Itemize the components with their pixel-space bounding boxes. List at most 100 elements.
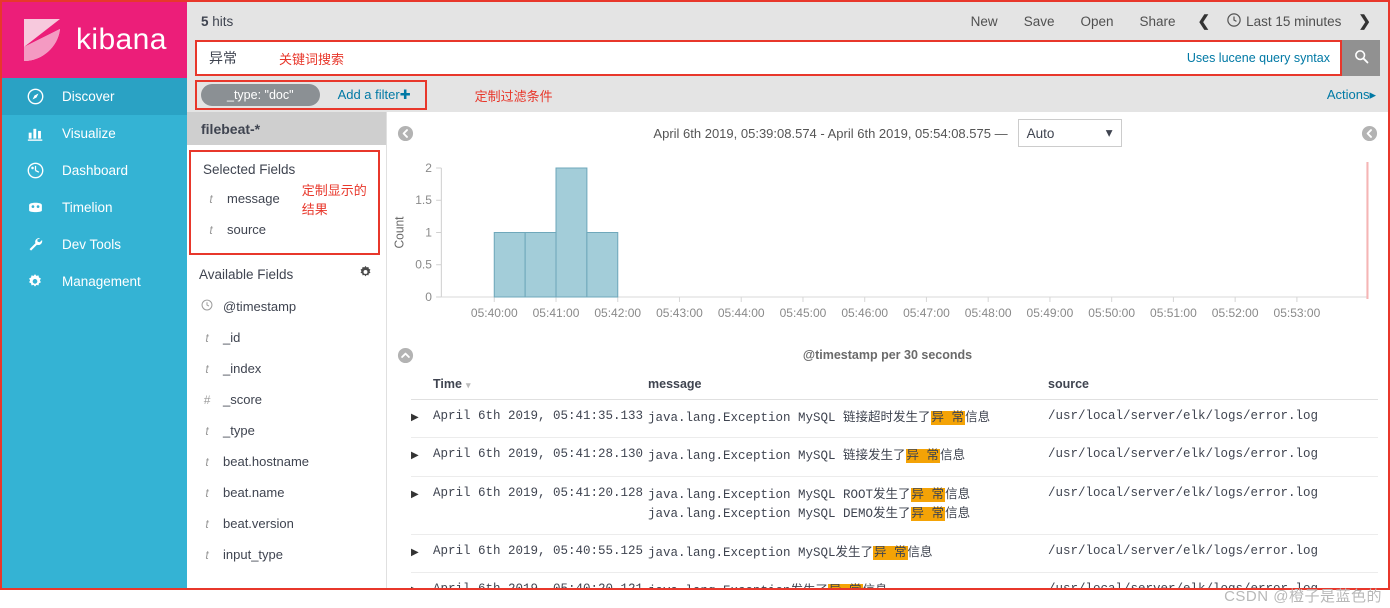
- actions-button[interactable]: Actions▸: [1327, 87, 1380, 103]
- sidebar-item-dashboard[interactable]: Dashboard: [2, 152, 187, 189]
- sidebar-item-dev-tools[interactable]: Dev Tools: [2, 226, 187, 263]
- cell-time: April 6th 2019, 05:40:20.121: [433, 572, 648, 588]
- share-button[interactable]: Share: [1127, 14, 1189, 29]
- field-item-input-type[interactable]: t input_type: [187, 539, 386, 570]
- source-column-header[interactable]: source: [1048, 371, 1378, 400]
- field-item-beat-name[interactable]: t beat.name: [187, 477, 386, 508]
- highlight-term: 异 常: [873, 545, 908, 560]
- expand-row-button[interactable]: ▶: [411, 572, 433, 588]
- histogram-chart[interactable]: 0 0.5 1 1.5 2 Count 05:40:00 05:41:00 05:42:00 05…: [387, 154, 1388, 339]
- field-name: @timestamp: [223, 299, 297, 314]
- histogram-bar[interactable]: [524, 232, 557, 298]
- interval-value: Auto: [1026, 125, 1055, 141]
- highlight-term: 异 常: [828, 583, 863, 588]
- cell-source: /usr/local/server/elk/logs/error.log: [1048, 437, 1378, 477]
- table-row[interactable]: ▶ April 6th 2019, 05:40:55.125 java.lang.E…: [411, 534, 1378, 573]
- open-button[interactable]: Open: [1067, 14, 1126, 29]
- field-item-beat-version[interactable]: t beat.version: [187, 508, 386, 539]
- doc-table-body: ▶ April 6th 2019, 05:41:35.133 java.lang.E…: [411, 399, 1378, 588]
- collapse-left-icon[interactable]: [397, 125, 414, 142]
- field-type-icon: #: [203, 392, 211, 407]
- sidebar-item-management[interactable]: Management: [2, 263, 187, 300]
- svg-text:05:50:00: 05:50:00: [1088, 307, 1135, 320]
- filter-annotation: 定制过滤条件: [474, 88, 553, 104]
- kibana-logo[interactable]: kibana: [2, 2, 187, 78]
- field-item-message[interactable]: t message 定制显示的结果: [191, 183, 378, 217]
- message-text: 信息: [945, 487, 971, 502]
- search-button[interactable]: [1342, 40, 1380, 76]
- compass-icon: [24, 88, 46, 105]
- histogram-bar[interactable]: [555, 167, 588, 298]
- sidebar-item-timelion[interactable]: Timelion: [2, 189, 187, 226]
- histogram-bar[interactable]: [586, 232, 619, 298]
- time-column-header[interactable]: Time ▾: [433, 371, 648, 400]
- field-item-source[interactable]: t source: [191, 214, 378, 245]
- lucene-hint[interactable]: Uses lucene query syntax: [1187, 51, 1340, 65]
- svg-text:Count: Count: [392, 216, 406, 249]
- caret-right-icon: ▶: [411, 546, 419, 558]
- filter-pill-type[interactable]: _type: "doc": [201, 84, 320, 106]
- table-header-row: Time ▾ message source: [411, 371, 1378, 400]
- top-toolbar-actions: New Save Open Share ❮ Last 15 minutes ❯: [958, 12, 1380, 30]
- add-filter-button[interactable]: Add a filter✚: [338, 87, 411, 103]
- available-fields-header: Available Fields: [187, 255, 386, 291]
- new-button[interactable]: New: [958, 14, 1011, 29]
- query-input[interactable]: 异常 关键词搜索 Uses lucene query syntax: [195, 40, 1342, 76]
- field-item-beat-hostname[interactable]: t beat.hostname: [187, 446, 386, 477]
- table-row[interactable]: ▶ April 6th 2019, 05:41:35.133 java.lang.E…: [411, 399, 1378, 439]
- table-row[interactable]: ▶ April 6th 2019, 05:41:28.130 java.lang.E…: [411, 437, 1378, 477]
- field-settings-button[interactable]: [352, 263, 378, 285]
- interval-select[interactable]: Auto ▾: [1017, 119, 1122, 147]
- field-item-timestamp[interactable]: @timestamp: [187, 291, 386, 322]
- source-column-label: source: [1048, 377, 1089, 391]
- field-item-score[interactable]: # _score: [187, 384, 386, 415]
- expand-row-button[interactable]: ▶: [411, 437, 433, 477]
- index-pattern-label: filebeat-*: [201, 120, 261, 137]
- svg-text:0.5: 0.5: [415, 259, 432, 272]
- svg-text:1: 1: [425, 227, 432, 240]
- cell-source: /usr/local/server/elk/logs/error.log: [1048, 399, 1378, 439]
- index-pattern-selector[interactable]: filebeat-*: [187, 112, 386, 145]
- cell-time: April 6th 2019, 05:41:20.128: [433, 476, 648, 535]
- chevron-down-icon: ▾: [1105, 125, 1113, 140]
- field-name: _type: [223, 423, 255, 438]
- field-type-icon: t: [205, 454, 209, 469]
- caret-right-icon: ▶: [411, 450, 419, 462]
- save-button[interactable]: Save: [1011, 14, 1068, 29]
- svg-text:05:51:00: 05:51:00: [1150, 307, 1197, 320]
- clock-icon: [199, 299, 215, 314]
- histogram-bar[interactable]: [493, 232, 526, 298]
- svg-text:0: 0: [425, 291, 432, 304]
- document-table: Time ▾ message source ▶ April 6th 2019, 0: [387, 371, 1388, 588]
- message-line: java.lang.Exception MySQL DEMO发生了异 常信息: [648, 505, 1048, 524]
- sidebar-item-label: Management: [62, 274, 141, 289]
- highlight-term: 异 常: [905, 449, 941, 464]
- discover-content: April 6th 2019, 05:39:08.574 - April 6th…: [387, 112, 1388, 588]
- chart-right-collapse-icon[interactable]: [1361, 125, 1378, 142]
- field-item-index[interactable]: t _index: [187, 353, 386, 384]
- field-name: beat.name: [223, 485, 285, 500]
- table-row[interactable]: ▶ April 6th 2019, 05:41:20.128 java.lang.E…: [411, 476, 1378, 535]
- field-item-id[interactable]: t _id: [187, 322, 386, 353]
- time-next-button[interactable]: ❯: [1349, 12, 1380, 30]
- time-column-label: Time: [433, 377, 462, 391]
- sidebar-nav: Discover Visualize Dashboard Timelion De…: [2, 78, 187, 300]
- query-annotation: 关键词搜索: [279, 51, 345, 67]
- chart-header: April 6th 2019, 05:39:08.574 - April 6th…: [387, 112, 1388, 154]
- cell-message: java.lang.Exception MySQL ROOT发生了异 常信息 ja…: [648, 476, 1048, 535]
- message-column-label: message: [648, 377, 702, 391]
- expand-row-button[interactable]: ▶: [411, 534, 433, 573]
- time-picker-button[interactable]: Last 15 minutes: [1219, 12, 1349, 30]
- message-line: java.lang.Exception MySQL发生了异 常信息: [648, 544, 1048, 563]
- message-column-header[interactable]: message: [648, 371, 1048, 400]
- query-bar-row: 异常 关键词搜索 Uses lucene query syntax: [187, 40, 1388, 78]
- sidebar-item-visualize[interactable]: Visualize: [2, 115, 187, 152]
- top-toolbar: 5 hits New Save Open Share ❮ Last 15 min…: [187, 2, 1388, 40]
- time-prev-button[interactable]: ❮: [1189, 12, 1220, 30]
- expand-row-button[interactable]: ▶: [411, 399, 433, 439]
- expand-column-header: [411, 371, 433, 400]
- sidebar-item-discover[interactable]: Discover: [2, 78, 187, 115]
- kibana-logo-text: kibana: [76, 23, 167, 56]
- field-item-type[interactable]: t _type: [187, 415, 386, 446]
- expand-row-button[interactable]: ▶: [411, 476, 433, 535]
